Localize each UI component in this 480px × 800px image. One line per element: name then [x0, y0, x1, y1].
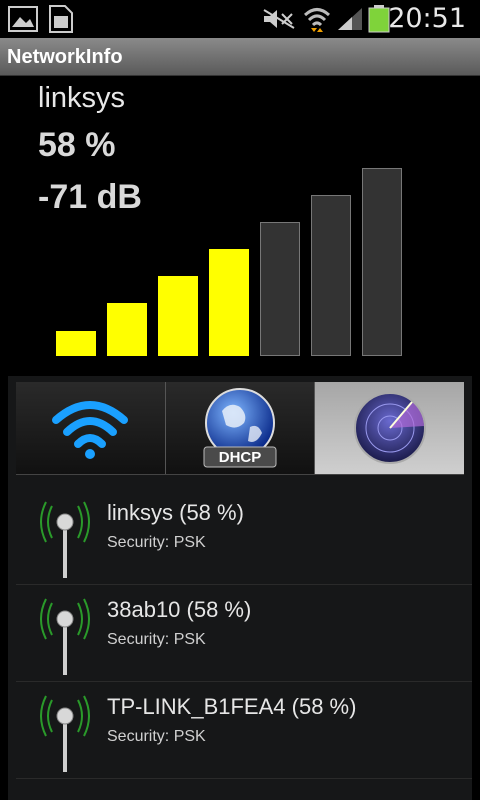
signal-bar-2	[107, 303, 147, 356]
antenna-icon	[40, 695, 90, 772]
wifi-icon	[52, 401, 129, 459]
dhcp-label: DHCP	[219, 449, 262, 466]
signal-bar-6	[311, 195, 351, 356]
signal-bar-1	[56, 331, 96, 356]
network-list: linksys (58 %) Security: PSK 38ab10 (58 …	[16, 488, 472, 779]
network-security: Security: PSK	[107, 631, 206, 648]
antenna-icon	[40, 598, 90, 675]
network-name: linksys (58 %)	[107, 500, 244, 525]
signal-bar-3	[158, 276, 198, 356]
signal-bar-4	[209, 249, 249, 356]
signal-bar-5	[260, 222, 300, 356]
tab-scan[interactable]	[315, 382, 465, 474]
tab-dhcp[interactable]: DHCP	[165, 382, 316, 474]
list-item[interactable]: linksys (58 %) Security: PSK	[16, 488, 472, 585]
signal-bar-graph	[0, 0, 480, 360]
network-name: TP-LINK_B1FEA4 (58 %)	[107, 694, 357, 719]
globe-icon: DHCP	[203, 388, 277, 468]
network-security: Security: PSK	[107, 728, 206, 745]
antenna-icon	[40, 501, 90, 578]
list-item[interactable]: 38ab10 (58 %) Security: PSK	[16, 585, 472, 682]
network-security: Security: PSK	[107, 534, 206, 551]
signal-bar-7	[362, 168, 402, 356]
network-name: 38ab10 (58 %)	[107, 597, 252, 622]
list-item[interactable]: TP-LINK_B1FEA4 (58 %) Security: PSK	[16, 682, 472, 779]
tab-wifi[interactable]	[16, 382, 166, 474]
radar-icon	[353, 392, 426, 464]
tab-bar: DHCP	[16, 382, 465, 475]
